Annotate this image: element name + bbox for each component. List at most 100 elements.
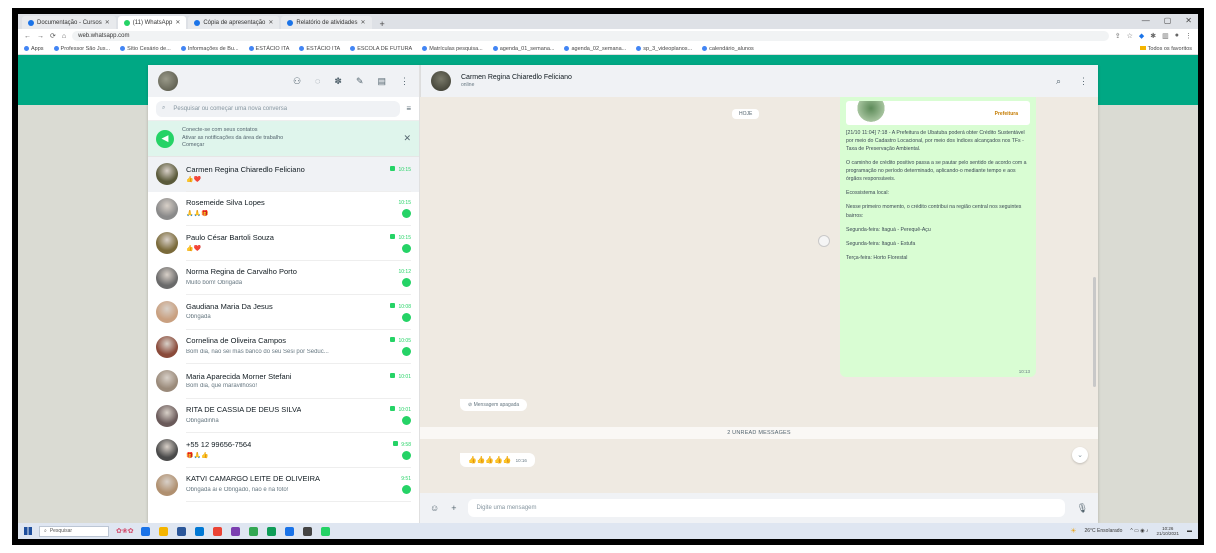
scrollbar[interactable] (1093, 277, 1096, 387)
maximize-icon[interactable]: ▢ (1164, 16, 1172, 25)
more-options-icon[interactable]: ⋮ (400, 76, 409, 87)
incoming-message[interactable]: ⊘ Mensagem apagada (460, 399, 528, 411)
bookmark-item[interactable]: agenda_01_semana... (492, 46, 554, 52)
bookmark-item[interactable]: sp_3_videoplanos... (636, 46, 692, 52)
avatar[interactable] (156, 370, 178, 393)
weather-icon[interactable]: ☀ (1070, 527, 1076, 535)
avatar[interactable] (156, 301, 178, 324)
search-input[interactable]: ⌕ Pesquisar ou começar uma nova conversa (156, 100, 401, 117)
minimize-icon[interactable]: — (1142, 16, 1150, 25)
chat-list-item[interactable]: +55 12 99656-7564 9:58 🎁🙏👍 (148, 433, 419, 468)
communities-icon[interactable]: ⚇ (293, 76, 301, 87)
archive-icon[interactable]: ▤ (377, 76, 386, 87)
channels-icon[interactable]: ✽ (334, 76, 342, 87)
bookmark-item[interactable]: Informações de Bu... (180, 46, 239, 52)
taskbar-app-icon[interactable] (158, 526, 168, 536)
taskbar-app-icon[interactable] (302, 526, 312, 536)
taskbar-app-icon[interactable] (212, 526, 222, 536)
taskbar-app-icon[interactable] (320, 526, 330, 536)
taskbar-search[interactable]: ⌕ Pesquisar (39, 525, 109, 537)
close-window-icon[interactable]: ✕ (1185, 16, 1192, 25)
notice-line[interactable]: Começar (182, 142, 395, 149)
menu-icon[interactable]: ⋮ (1185, 32, 1192, 40)
browser-tab-active[interactable]: (11) WhatsApp ✕ (117, 16, 187, 29)
home-icon[interactable]: ⌂ (62, 33, 66, 40)
close-icon[interactable]: ✕ (360, 19, 365, 26)
emoji-icon[interactable]: ☺ (430, 503, 439, 513)
chat-list-item[interactable]: Norma Regina de Carvalho Porto 10:12 Muito… (148, 261, 419, 295)
filter-icon[interactable]: ≡ (406, 104, 411, 113)
avatar[interactable] (156, 232, 178, 255)
outgoing-message[interactable]: Prefeitura [21/10 11:04] 7:18 - A Prefei… (840, 97, 1036, 377)
chat-list-item[interactable]: RITA DE CASSIA DE DEUS SILVA 10:01 Obrigad… (148, 399, 419, 433)
bookmark-item[interactable]: ESTÁCIO ITA (248, 46, 289, 52)
avatar[interactable] (431, 71, 451, 91)
avatar[interactable] (156, 335, 178, 358)
extension-icon[interactable]: ◆ (1139, 32, 1144, 40)
notice-line[interactable]: Ativar as notificações da área de trabal… (182, 135, 395, 142)
chat-list-item[interactable]: Carmen Regina Chiaredlo Feliciano 10:15 👍❤… (148, 157, 419, 192)
bookmark-item[interactable]: ESTÁCIO ITA (299, 46, 340, 52)
avatar[interactable] (156, 439, 178, 462)
conversation-header[interactable]: Carmen Regina Chiaredlo Feliciano online… (420, 65, 1098, 97)
chat-list-item[interactable]: Gaudiana Maria Da Jesus 10:08 Obrigada (148, 295, 419, 330)
bookmark-item[interactable]: Sítio Cesário de... (120, 46, 171, 52)
widgets-icon[interactable]: ✿❀✿ (116, 527, 134, 535)
avatar[interactable] (156, 163, 178, 186)
avatar[interactable] (156, 266, 178, 289)
profile-icon[interactable]: ● (1175, 32, 1179, 40)
browser-tab[interactable]: Cópia de apresentação ✕ (188, 16, 280, 29)
message-image[interactable]: Prefeitura (846, 101, 1030, 125)
url-input[interactable]: web.whatsapp.com (72, 31, 1109, 41)
taskbar-app-icon[interactable] (176, 526, 186, 536)
taskbar-app-icon[interactable] (284, 526, 294, 536)
notifications-icon[interactable]: ▬ (1187, 528, 1192, 534)
browser-tab[interactable]: Relatório de atividades ✕ (281, 16, 372, 29)
chat-list-item[interactable]: KATVI CAMARGO LEITE DE OLIVEIRA 9:51 Obrig… (148, 468, 419, 502)
bookmark-item[interactable]: ESCOLA DE FUTURA (350, 46, 412, 52)
chat-list-item[interactable]: Cornelina de Oliveira Campos 10:05 Bom dia… (148, 330, 419, 364)
new-tab-button[interactable]: + (374, 19, 391, 29)
clock[interactable]: 10:26 21/10/2021 (1156, 526, 1179, 537)
microphone-icon[interactable]: 🎙 (1077, 503, 1088, 514)
taskbar-app-icon[interactable] (194, 526, 204, 536)
chat-list-item[interactable]: Maria Aparecida Morner Stefani 10:01 Bom d… (148, 364, 419, 399)
more-options-icon[interactable]: ⋮ (1079, 76, 1088, 87)
browser-tab[interactable]: Documentação - Cursos ✕ (22, 16, 116, 29)
puzzle-icon[interactable]: ✱ (1150, 32, 1156, 40)
reload-icon[interactable]: ⟳ (50, 32, 56, 40)
bookmark-item[interactable]: Apps (24, 46, 44, 52)
chat-list-item[interactable]: Paulo César Bartoli Souza 10:15 👍❤️ (148, 226, 419, 261)
avatar[interactable] (158, 71, 178, 91)
status-icon[interactable]: ◌ (315, 76, 320, 87)
sidepanel-icon[interactable]: ▥ (1162, 32, 1169, 40)
search-icon[interactable]: ⌕ (1056, 76, 1061, 87)
close-icon[interactable]: ✕ (403, 133, 411, 144)
windows-start-icon[interactable] (24, 527, 32, 535)
notification-banner[interactable]: ◀ Conecte-se com seus contatos Ativar as… (148, 121, 419, 157)
tray-icons[interactable]: ^ ▭ ◉ ♪ (1130, 528, 1148, 534)
attach-icon[interactable]: + (451, 503, 456, 513)
back-icon[interactable]: ← (24, 33, 31, 40)
taskbar-app-icon[interactable] (248, 526, 258, 536)
avatar[interactable] (156, 197, 178, 220)
message-input[interactable]: Digite uma mensagem (468, 499, 1065, 517)
forward-icon[interactable]: → (37, 33, 44, 40)
close-icon[interactable]: ✕ (268, 19, 273, 26)
incoming-message[interactable]: 👍👍👍👍👍 10:16 (460, 453, 535, 467)
forward-icon[interactable] (818, 235, 830, 247)
star-icon[interactable]: ☆ (1127, 32, 1133, 40)
avatar[interactable] (156, 404, 178, 427)
bookmark-item[interactable]: calendário_alunos (702, 46, 754, 52)
taskbar-app-icon[interactable] (230, 526, 240, 536)
close-icon[interactable]: ✕ (175, 19, 180, 26)
bookmark-item[interactable]: Professor São Jus... (53, 46, 110, 52)
bookmark-item[interactable]: agenda_02_semana... (564, 46, 626, 52)
taskbar-app-icon[interactable] (140, 526, 150, 536)
taskbar-app-icon[interactable] (266, 526, 276, 536)
scroll-down-button[interactable]: ⌄ (1072, 447, 1088, 463)
weather-text[interactable]: 26°C Ensolarado (1085, 528, 1123, 534)
bookmark-item[interactable]: Matrículas pesquisa... (422, 46, 483, 52)
chat-list-item[interactable]: Rosemeide Silva Lopes 10:15 🙏🙏🎁 (148, 192, 419, 226)
share-icon[interactable]: ⇪ (1115, 32, 1121, 40)
